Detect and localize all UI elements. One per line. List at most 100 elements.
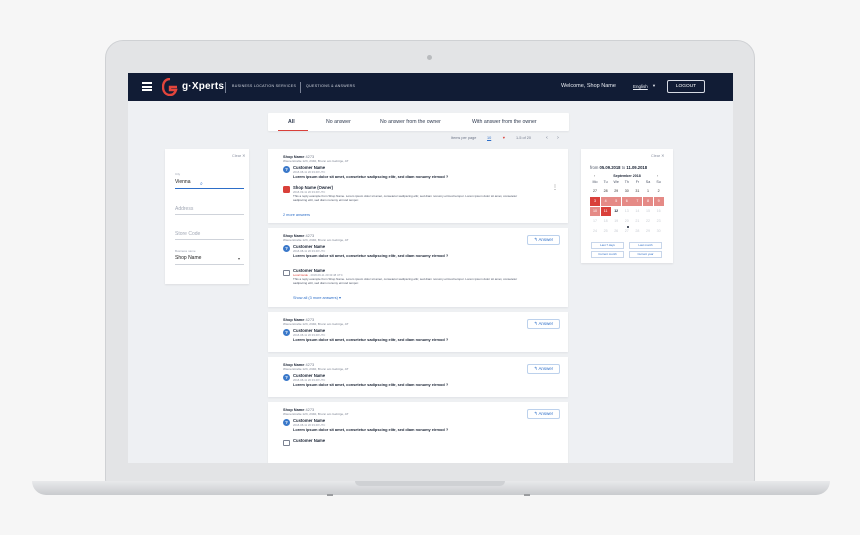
answer-button[interactable]: ↰ Answer: [527, 235, 560, 245]
calendar-day[interactable]: 13: [622, 207, 632, 216]
calendar-day[interactable]: 5: [611, 197, 622, 206]
answer-button[interactable]: ↰ Answer: [527, 319, 560, 329]
address-input[interactable]: Address: [175, 206, 193, 212]
tab-no-answer-from-owner[interactable]: No answer from the owner: [380, 119, 441, 125]
question-card: Shop Name 4273 Wienerstraße 123, 2340, B…: [268, 402, 568, 463]
calendar-day[interactable]: 1: [643, 187, 653, 196]
active-tab-indicator: [278, 130, 308, 131]
clear-date-button[interactable]: Clear ✕: [651, 153, 664, 158]
laptop-foot: [327, 494, 333, 496]
comment-icon: [283, 270, 290, 276]
calendar-day[interactable]: 9: [653, 197, 664, 206]
calendar-day[interactable]: 31: [632, 187, 642, 196]
more-answers-link[interactable]: 2 more answers: [283, 213, 310, 217]
question-avatar-icon: ?: [283, 419, 290, 426]
search-icon[interactable]: ⌕: [200, 181, 203, 187]
calendar-day[interactable]: 28: [601, 187, 611, 196]
answer-button[interactable]: ↰ Answer: [527, 364, 560, 374]
weekday-label: Th: [624, 180, 629, 184]
calendar-day[interactable]: 6: [621, 197, 632, 206]
calendar-day[interactable]: 17: [590, 217, 600, 226]
question-card: Shop Name 4273 Wienerstraße 123, 2340, B…: [268, 312, 568, 352]
calendar-day[interactable]: 29: [611, 187, 621, 196]
calendar-day[interactable]: 26: [611, 227, 621, 236]
question-text: Lorem ipsum dolor sit amet, consetetur s…: [293, 253, 449, 258]
calendar-day[interactable]: 10: [590, 207, 600, 216]
calendar-day[interactable]: 4: [600, 197, 611, 206]
tab-with-answer-from-owner[interactable]: With answer from the owner: [472, 119, 537, 125]
question-text: Lorem ipsum dolor sit amet, consetetur s…: [293, 174, 449, 179]
calendar-day[interactable]: 28: [632, 227, 642, 236]
answer-button[interactable]: ↰ Answer: [527, 409, 560, 419]
hamburger-menu-icon[interactable]: [142, 82, 152, 91]
chevron-down-icon[interactable]: ▾: [238, 256, 240, 261]
gxperts-logo: [162, 78, 178, 96]
items-per-page-label: Items per page: [451, 136, 477, 140]
store-code-input[interactable]: Store Code: [175, 231, 200, 237]
calendar-day[interactable]: 27: [590, 187, 600, 196]
calendar-day[interactable]: 25: [601, 227, 611, 236]
calendar-month: September 2018: [613, 174, 641, 178]
calendar-day[interactable]: 22: [643, 217, 653, 226]
quick-range-current-year[interactable]: Current year: [629, 251, 662, 258]
calendar-day[interactable]: 16: [654, 207, 664, 216]
question-avatar-icon: ?: [283, 166, 290, 173]
tab-no-answer[interactable]: No answer: [326, 119, 351, 125]
shop-address: Wienerstraße 123, 2340, Brunn am Gebirge…: [283, 367, 349, 371]
calendar-day[interactable]: 19: [611, 217, 621, 226]
tab-all[interactable]: All: [288, 119, 295, 125]
next-month-icon[interactable]: ›: [657, 174, 658, 178]
calendar-day[interactable]: 3: [590, 197, 600, 206]
question-avatar-icon: ?: [283, 374, 290, 381]
language-selector[interactable]: English: [633, 84, 648, 89]
camera-icon: [427, 55, 432, 60]
chevron-down-icon[interactable]: ▼: [502, 136, 506, 140]
calendar-day[interactable]: 12: [611, 207, 621, 216]
calendar-day[interactable]: 15: [643, 207, 653, 216]
question-card: Shop Name 4273 Wienerstraße 123, 2340, B…: [268, 357, 568, 397]
nav-questions-answers[interactable]: QUESTIONS & ANSWERS: [306, 84, 355, 88]
date-range-text: from 05.09.2018 to 11.09.2018: [590, 165, 648, 170]
city-label: City: [175, 172, 181, 176]
more-options-icon[interactable]: ⋮: [552, 184, 558, 191]
logout-button[interactable]: LOGOUT: [667, 80, 705, 93]
question-text: Lorem ipsum dolor sit amet, consetetur s…: [293, 337, 449, 342]
quick-range-last-7-days[interactable]: Last 7 days: [591, 242, 624, 249]
laptop-hinge: [355, 481, 505, 486]
next-page-icon[interactable]: ›: [557, 135, 559, 141]
calendar-day[interactable]: 18: [601, 217, 611, 226]
calendar-day[interactable]: 23: [654, 217, 664, 226]
calendar-day[interactable]: 30: [654, 227, 664, 236]
items-per-page-select[interactable]: 10: [487, 136, 491, 140]
calendar-day[interactable]: 11: [600, 207, 611, 216]
prev-page-icon[interactable]: ‹: [546, 135, 548, 141]
calendar-day[interactable]: 27: [622, 227, 632, 236]
quick-range-last-month[interactable]: Last month: [629, 242, 662, 249]
chevron-down-icon[interactable]: ▼: [652, 83, 656, 88]
calendar-day[interactable]: 7: [632, 197, 643, 206]
quick-range-current-month[interactable]: Current month: [591, 251, 624, 258]
nav-business-location-services[interactable]: BUSINESS LOCATION SERVICES: [232, 84, 296, 88]
calendar-day[interactable]: 14: [632, 207, 642, 216]
city-input[interactable]: Vienna: [175, 179, 190, 185]
calendar-day[interactable]: 24: [590, 227, 600, 236]
question-avatar-icon: ?: [283, 329, 290, 336]
calendar-day[interactable]: 29: [643, 227, 653, 236]
calendar-day[interactable]: 21: [632, 217, 642, 226]
business-name-select[interactable]: Shop Name: [175, 255, 201, 261]
date-range-calendar: Clear ✕ from 05.09.2018 to 11.09.2018 ‹ …: [581, 149, 673, 263]
question-text: Lorem ipsum dolor sit amet, consetetur s…: [293, 382, 449, 387]
calendar-day[interactable]: 20: [622, 217, 632, 226]
weekday-label: Su: [656, 180, 661, 184]
question-filter-tabs: All No answer No answer from the owner W…: [268, 113, 569, 131]
pagination-range: 1-5 of 20: [516, 136, 531, 140]
show-all-answers-link[interactable]: Show all (3 more answers) ▾: [293, 295, 341, 300]
shop-address: Wienerstraße 123, 2340, Brunn am Gebirge…: [283, 238, 349, 242]
calendar-day[interactable]: 30: [622, 187, 632, 196]
reply-author: Customer Name: [293, 438, 326, 443]
today-marker: [627, 226, 629, 228]
calendar-day[interactable]: 2: [654, 187, 664, 196]
top-navbar: g·Xperts BUSINESS LOCATION SERVICES QUES…: [128, 73, 733, 101]
clear-filter-button[interactable]: Clear ✕: [232, 153, 245, 158]
calendar-day[interactable]: 8: [643, 197, 653, 206]
